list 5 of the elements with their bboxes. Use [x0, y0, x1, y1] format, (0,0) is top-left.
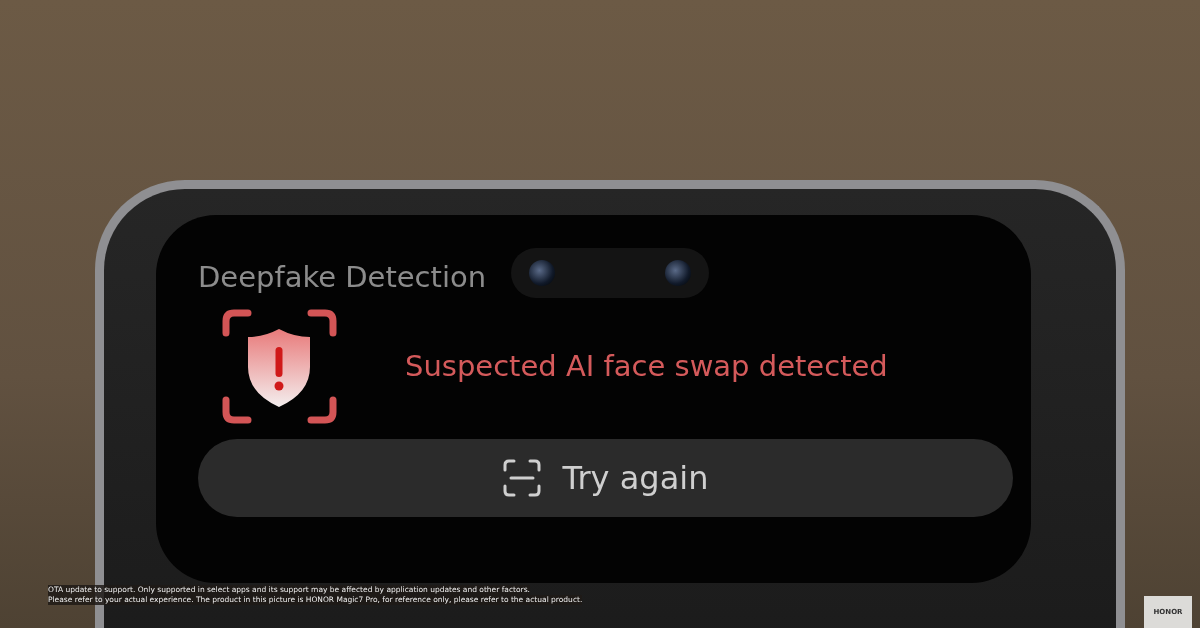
- try-again-button[interactable]: Try again: [198, 439, 1013, 517]
- card-title: Deepfake Detection: [198, 259, 487, 296]
- shield-warning-icon: [222, 308, 337, 424]
- alert-message: Suspected AI face swap detected: [405, 349, 888, 383]
- scan-icon: [502, 459, 541, 497]
